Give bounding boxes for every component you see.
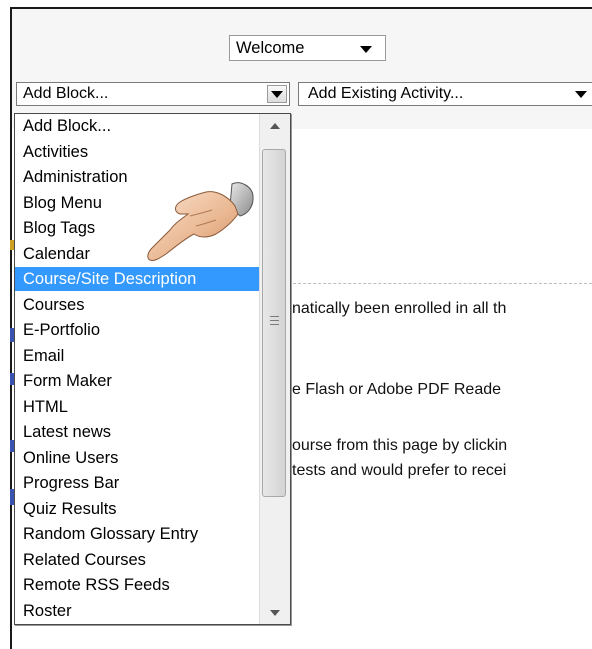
- body-text-line: tests and would prefer to recei: [292, 462, 507, 479]
- body-text-line: natically been enrolled in all th: [292, 300, 507, 317]
- header-band: [12, 9, 592, 129]
- chevron-down-icon: [575, 91, 587, 98]
- dropdown-option[interactable]: Progress Bar: [15, 471, 260, 495]
- dropdown-option[interactable]: E-Portfolio: [15, 318, 260, 342]
- body-text-line: ourse from this page by clickin: [292, 437, 508, 454]
- dropdown-option[interactable]: Roster: [15, 599, 260, 623]
- dropdown-option[interactable]: Quiz Results: [15, 497, 260, 521]
- scrollbar-thumb[interactable]: [262, 149, 286, 497]
- welcome-select[interactable]: Welcome: [229, 35, 386, 61]
- dropdown-option[interactable]: Courses: [15, 293, 260, 317]
- chevron-down-icon: [271, 91, 283, 98]
- welcome-select-value: Welcome: [236, 39, 305, 57]
- dropdown-option[interactable]: Add Block...: [15, 114, 260, 138]
- dropdown-option[interactable]: Remote RSS Feeds: [15, 573, 260, 597]
- add-activity-select[interactable]: Add Existing Activity...: [298, 82, 592, 106]
- add-block-dropdown-button[interactable]: [267, 85, 287, 103]
- dropdown-option[interactable]: Email: [15, 344, 260, 368]
- pointing-hand-cursor: [147, 182, 254, 261]
- dropdown-option[interactable]: Activities: [15, 140, 260, 164]
- dropdown-option[interactable]: Online Users: [15, 446, 260, 470]
- dropdown-option[interactable]: Random Glossary Entry: [15, 522, 260, 546]
- chevron-down-icon: [360, 46, 372, 53]
- add-block-select-value: Add Block...: [23, 85, 109, 102]
- dropdown-option[interactable]: Form Maker: [15, 369, 260, 393]
- dropdown-option[interactable]: Related Courses: [15, 548, 260, 572]
- dropdown-scrollbar[interactable]: [259, 114, 290, 624]
- scroll-down-arrow[interactable]: [260, 602, 290, 624]
- add-block-select[interactable]: Add Block...: [16, 82, 290, 106]
- scroll-up-arrow[interactable]: [260, 114, 290, 136]
- dropdown-option[interactable]: HTML: [15, 395, 260, 419]
- dropdown-option[interactable]: Latest news: [15, 420, 260, 444]
- section-divider: [268, 283, 592, 284]
- add-activity-select-value: Add Existing Activity...: [308, 85, 464, 102]
- body-text-line: e Flash or Adobe PDF Reade: [292, 381, 502, 398]
